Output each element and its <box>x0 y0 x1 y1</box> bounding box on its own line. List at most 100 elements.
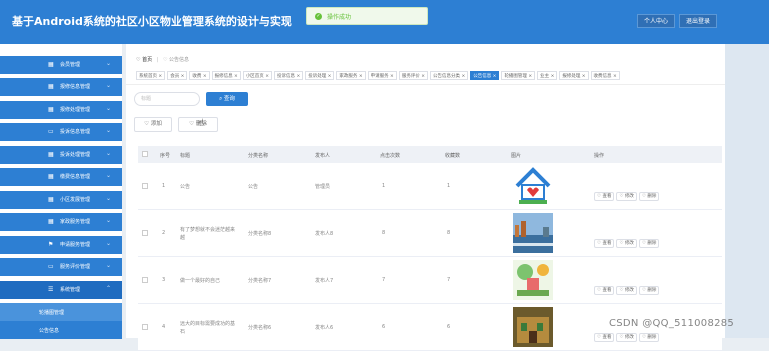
sidebar-subitem[interactable]: 轮播图管理 <box>0 303 122 321</box>
hand-cursor-icon: ☝ <box>198 118 205 129</box>
row-checkbox[interactable] <box>142 277 148 283</box>
index-cell: 3 <box>162 277 166 283</box>
sidebar-item[interactable]: ▭ 服务评价管理 ⌄ <box>0 258 122 276</box>
edit-button[interactable]: ♡ 修改 <box>616 192 637 201</box>
view-button[interactable]: ♡ 查看 <box>594 239 615 248</box>
tab[interactable]: 小区首页 × <box>242 71 273 80</box>
edit-button[interactable]: ♡ 修改 <box>616 286 637 295</box>
tab[interactable]: 公告信息分类 × <box>430 71 469 80</box>
sidebar-subitem-label: 轮播图管理 <box>39 310 65 316</box>
view-button[interactable]: ♡ 查看 <box>594 192 615 201</box>
tab[interactable]: 轮播图管理 × <box>501 71 536 80</box>
breadcrumb-home[interactable]: 首页 <box>142 57 152 63</box>
tab-label: 申请服务 <box>370 74 389 79</box>
title-cell-cont: 石 <box>180 329 186 335</box>
watermark: CSDN @QQ_511008285 <box>609 318 735 329</box>
sidebar-subitem-label: 公告信息 <box>39 328 60 334</box>
sidebar-item[interactable]: ▦ 家政服务管理 ⌄ <box>0 213 122 231</box>
tab[interactable]: 系统首页 × <box>136 71 166 80</box>
chevron-icon: ⌄ <box>106 217 112 224</box>
title-cell: 有了梦想就不会迷茫越来 <box>180 227 236 233</box>
chevron-icon: ⌄ <box>106 104 112 112</box>
sidebar-item-label: 服务评价管理 <box>60 264 91 270</box>
edit-label: 修改 <box>624 288 634 293</box>
tab-label: 服务评价 <box>401 74 420 79</box>
tab[interactable]: 公告信息 × <box>470 71 500 80</box>
col-favs: 收藏数 <box>445 153 461 159</box>
divider <box>126 84 726 85</box>
clicks-cell: 7 <box>382 277 386 283</box>
flag-icon: ⚑ <box>48 240 54 248</box>
query-button[interactable]: ⌕ 查询 <box>206 92 248 106</box>
row-actions: ♡ 查看 ♡ 修改 ♡ 删除 <box>594 276 661 295</box>
view-button[interactable]: ♡ 查看 <box>594 286 615 295</box>
screen-icon: ▭ <box>48 263 54 270</box>
chevron-icon: ⌄ <box>106 149 112 157</box>
tab-bar: 系统首页 × 会员 × 收费 × 报修信息 × 小区首页 × 投诉信息 × 投诉处理 × 家政… <box>136 71 622 81</box>
table-row: 2 有了梦想就不会迷茫越来越 分类名称8 发布人8 8 8 ♡ 查看 ♡ 修改 ♡ 删除 <box>138 210 722 257</box>
tab[interactable]: 业主 × <box>537 71 558 80</box>
chevron-icon: ⌄ <box>106 82 112 89</box>
sidebar-item[interactable]: ▦ 小区发展管理 ⌄ <box>0 190 122 209</box>
sidebar-item[interactable]: ⚑ 申请服务管理 ⌄ <box>0 235 122 254</box>
tab-label: 收费信息 <box>593 74 612 79</box>
tab-label: 轮播图管理 <box>504 74 527 79</box>
edit-button[interactable]: ♡ 修改 <box>616 239 637 248</box>
title-cell: 远大的目标需要成功的基 <box>180 321 236 327</box>
sidebar-item-label: 会员管理 <box>60 62 81 68</box>
tab[interactable]: 会员 × <box>167 71 188 80</box>
sidebar-item-label: 缴费信息管理 <box>60 174 91 180</box>
tab[interactable]: 报修信息 × <box>211 71 241 80</box>
table-row: 3 做一个最好的自己 分类名称7 发布人7 7 7 ♡ 查看 ♡ 修改 ♡ 删除 <box>138 257 722 304</box>
delete-row-button[interactable]: ♡ 删除 <box>638 239 660 248</box>
sidebar-item[interactable]: ▦ 投诉处理管理 ⌄ <box>0 145 122 164</box>
check-icon: ✓ <box>315 13 322 20</box>
personal-center-button[interactable]: 个人中心 <box>637 14 676 28</box>
sidebar-item[interactable]: ▦ 报修信息管理 ⌄ <box>0 78 122 96</box>
index-cell: 2 <box>162 230 166 236</box>
sidebar-item[interactable]: ▭ 投诉信息管理 ⌄ <box>0 123 122 141</box>
add-button[interactable]: ♡ 添加 <box>134 117 172 132</box>
tab[interactable]: 投诉处理 × <box>305 71 335 80</box>
grid-icon: ▦ <box>48 173 54 180</box>
row-checkbox[interactable] <box>142 230 148 236</box>
chevron-icon: ⌄ <box>106 60 112 67</box>
grid-icon: ▦ <box>48 195 54 203</box>
sidebar-item[interactable]: ▦ 报修处理管理 ⌄ <box>0 100 122 119</box>
grid-icon: ▦ <box>48 83 54 90</box>
tab[interactable]: 家政服务 × <box>336 71 366 80</box>
favs-cell: 1 <box>447 183 451 189</box>
row-actions: ♡ 查看 ♡ 修改 ♡ 删除 <box>594 182 661 201</box>
row-checkbox[interactable] <box>142 183 148 189</box>
tab[interactable]: 申请服务 × <box>367 71 397 80</box>
tab[interactable]: 收费信息 × <box>590 71 620 80</box>
add-label: 添加 <box>150 121 162 127</box>
search-input[interactable]: 标题 <box>134 92 200 106</box>
logout-button[interactable]: 退出登录 <box>679 14 718 28</box>
city-photo <box>513 213 553 253</box>
tab-label: 投诉信息 <box>277 74 296 79</box>
sidebar-item[interactable]: ☰ 系统管理 ⌃ <box>0 280 122 299</box>
sidebar-item-label: 投诉处理管理 <box>60 151 91 158</box>
tab-label: 公告信息 <box>473 74 492 79</box>
grid-icon: ▦ <box>48 61 54 68</box>
tab[interactable]: 投诉信息 × <box>274 71 304 80</box>
sidebar-item[interactable]: ▦ 缴费信息管理 ⌄ <box>0 168 122 186</box>
sidebar-subitem[interactable]: 公告信息 <box>0 321 122 339</box>
author-cell: 管理员 <box>315 184 331 190</box>
tab[interactable]: 收费 × <box>189 71 210 80</box>
search-icon: ⌕ <box>219 96 223 102</box>
delete-row-button[interactable]: ♡ 删除 <box>638 192 660 201</box>
delete-row-button[interactable]: ♡ 删除 <box>638 286 660 295</box>
row-checkbox[interactable] <box>142 324 148 330</box>
delete-row-label: 删除 <box>647 194 657 199</box>
sidebar-item[interactable]: ▦ 会员管理 ⌄ <box>0 56 122 74</box>
grid-icon: ▦ <box>48 218 54 225</box>
category-cell: 公告 <box>248 184 259 190</box>
select-all-checkbox[interactable] <box>142 151 148 157</box>
tab[interactable]: 服务评价 × <box>398 71 429 80</box>
chevron-icon: ⌃ <box>106 284 112 292</box>
db-icon: ☰ <box>48 285 54 293</box>
tab[interactable]: 报修处理 × <box>559 71 589 80</box>
index-cell: 1 <box>162 183 166 189</box>
